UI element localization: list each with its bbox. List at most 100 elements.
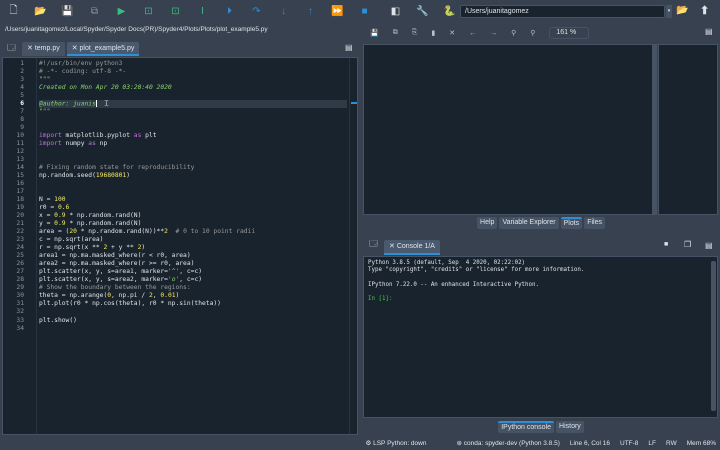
tab-history[interactable]: History [556,421,584,433]
parent-directory-icon[interactable]: ⬆ [700,4,709,17]
code-line[interactable]: import matplotlib.pyplot as plt [39,132,347,140]
tab-ipython-console[interactable]: IPython console [498,421,555,433]
code-line[interactable]: np.random.seed(19680801) [39,172,347,180]
plot-thumbnails[interactable] [658,44,718,215]
next-plot-icon[interactable]: → [490,30,497,37]
previous-plot-icon[interactable]: ← [469,30,476,37]
python-path-icon[interactable]: 🐍 [436,2,463,20]
remove-all-plots-icon[interactable]: ✕ [449,29,455,37]
editor-options-icon[interactable]: ▤ [345,43,353,52]
zoom-in-icon[interactable]: ⚲ [511,29,516,37]
code-line[interactable] [39,92,347,100]
code-line[interactable]: x = 0.9 * np.random.rand(N) [39,212,347,220]
code-line[interactable]: y = 0.9 * np.random.rand(N) [39,220,347,228]
editor-tab[interactable]: ✕ temp.py [22,42,65,56]
code-editor[interactable]: 1 2 3 4 5 6 7 8 9 10 11 12 13 14 15 16 17 18 19 20 21 22 23 24 2… [2,57,358,435]
code-line[interactable] [39,148,347,156]
interrupt-kernel-icon[interactable]: ■ [664,241,668,248]
save-plot-icon[interactable]: 💾 [370,29,379,37]
run-selection-icon[interactable]: I [189,2,216,20]
line-number: 4 [20,84,24,92]
step-into-icon[interactable]: ↓ [270,2,297,20]
code-line[interactable]: # Fixing random state for reproducibilit… [39,164,347,172]
code-line[interactable]: plt.show() [39,317,347,325]
code-line[interactable]: theta = np.arange(0, np.pi / 2, 0.01) [39,292,347,300]
ipython-console[interactable]: Python 3.8.5 (default, Sep 4 2020, 02:22… [363,256,718,418]
code-line[interactable]: c = np.sqrt(area) [39,236,347,244]
browse-console-tabs-icon[interactable]: 🗔 [369,238,378,252]
zoom-level-field[interactable]: 161 % [549,27,590,39]
code-token: area1 = np.ma.masked_where(r < r0, area) [39,252,191,260]
code-line[interactable]: r = np.sqrt(x ** 2 + y ** 2) [39,244,347,252]
editor-tabs: ✕ temp.py ✕ plot_example5.py [22,40,342,56]
maximize-pane-icon[interactable]: ◧ [382,2,409,20]
console-copy-icon[interactable]: ❐ [684,240,691,249]
code-token: , c=c) [179,276,203,284]
save-all-icon[interactable]: ⧉ [81,2,108,20]
code-line[interactable] [39,308,347,316]
plots-splitter[interactable] [653,44,657,215]
code-line[interactable] [39,188,347,196]
copy-plot-icon[interactable]: ⎘ [412,29,418,37]
run-icon[interactable]: ▶ [108,2,135,20]
close-tab-icon[interactable]: ✕ [72,45,80,52]
close-tab-icon[interactable]: ✕ [27,45,35,52]
tab-plots[interactable]: Plots [560,217,583,229]
code-line[interactable]: @author: juanis Ꮖ [39,100,347,109]
editor-scrollbar[interactable] [349,58,357,434]
cwd-dropdown-arrow[interactable]: ▾ [666,5,672,18]
open-file-icon[interactable]: 📂 [27,2,54,20]
editor-tab[interactable]: ✕ plot_example5.py [66,42,140,56]
code-line[interactable]: """ [39,76,347,84]
code-line[interactable] [39,116,347,124]
run-cell-advance-icon[interactable]: ⊡ [162,2,189,20]
code-line[interactable]: plt.scatter(x, y, s=area2, marker='o', c… [39,276,347,284]
code-line[interactable]: area1 = np.ma.masked_where(r < r0, area) [39,252,347,260]
code-line[interactable] [39,180,347,188]
close-tab-icon[interactable]: ✕ [389,243,397,250]
tab-variable-explorer[interactable]: Variable Explorer [499,217,559,229]
step-over-icon[interactable]: ↷ [243,2,270,20]
plot-canvas[interactable] [363,44,653,215]
code-line[interactable] [39,156,347,164]
code-line[interactable] [39,124,347,132]
code-line[interactable]: area2 = np.ma.masked_where(r >= r0, area… [39,260,347,268]
tab-help[interactable]: Help [477,217,498,229]
file-encoding: UTF-8 [620,439,639,447]
code-line[interactable] [39,325,347,333]
console-prompt[interactable]: In [1]: [368,296,713,303]
console-tab[interactable]: ✕ Console 1/A [384,240,440,255]
code-line[interactable]: # Show the boundary between the regions: [39,284,347,292]
code-line[interactable]: import numpy as np [39,140,347,148]
debug-icon[interactable]: ⏵ [216,2,243,20]
code-token: c = np.sqrt(area) [39,236,104,244]
code-line[interactable]: plt.scatter(x, y, s=area1, marker='^', c… [39,268,347,276]
code-line[interactable]: r0 = 0.6 [39,204,347,212]
code-line[interactable]: """ [39,108,347,116]
continue-icon[interactable]: ⏩ [324,2,351,20]
step-return-icon[interactable]: ↑ [297,2,324,20]
code-line[interactable]: area = (20 * np.random.rand(N))**2 # 0 t… [39,228,347,236]
code-line[interactable]: N = 100 [39,196,347,204]
code-area[interactable]: #!/usr/bin/env python3 # -*- coding: utf-… [39,60,347,333]
run-cell-icon[interactable]: ⊡ [135,2,162,20]
conda-status: ⊛ conda: spyder-dev (Python 3.8.5) [456,440,560,447]
tab-files[interactable]: Files [584,217,605,229]
save-icon[interactable]: 💾 [54,2,81,20]
plots-options-icon[interactable]: ▤ [705,27,713,36]
new-file-icon[interactable]: 🗋 [0,2,27,20]
save-all-plots-icon[interactable]: ⧉ [393,29,398,37]
working-directory-input[interactable]: /Users/juanitagomez [460,5,665,18]
browse-tabs-icon[interactable]: 🗔 [7,42,16,56]
code-line[interactable]: plt.plot(r0 * np.cos(theta), r0 * np.sin… [39,300,347,308]
browse-folder-icon[interactable]: 📂 [676,5,688,16]
stop-icon[interactable]: ■ [351,2,378,20]
code-line[interactable]: #!/usr/bin/env python3 [39,60,347,68]
remove-plot-icon[interactable]: ▮ [431,29,435,37]
code-line[interactable]: # -*- coding: utf-8 -*- [39,68,347,76]
code-line[interactable]: Created on Mon Apr 20 03:20:40 2020 [39,84,347,92]
console-scrollbar[interactable] [711,261,716,411]
preferences-icon[interactable]: 🔧 [409,2,436,20]
zoom-out-icon[interactable]: ⚲ [530,29,535,37]
console-options-icon[interactable]: ▤ [705,241,713,250]
